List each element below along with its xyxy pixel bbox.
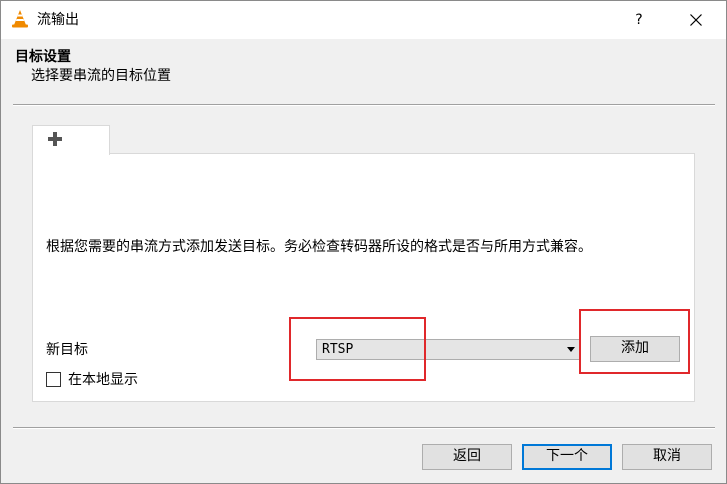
destination-panel <box>32 153 695 402</box>
target-type-select[interactable]: RTSP <box>316 339 580 360</box>
page-title: 目标设置 <box>15 49 71 65</box>
close-icon <box>690 14 702 26</box>
display-locally-label[interactable]: 在本地显示 <box>68 370 138 390</box>
window-title: 流输出 <box>37 12 79 28</box>
new-target-label: 新目标 <box>46 342 88 358</box>
cancel-button[interactable]: 取消 <box>622 444 712 470</box>
display-locally-checkbox[interactable] <box>46 372 61 387</box>
back-button[interactable]: 返回 <box>422 444 512 470</box>
footer-divider <box>13 427 715 429</box>
dropdown-arrow-icon <box>567 347 575 352</box>
page-subtitle: 选择要串流的目标位置 <box>31 68 171 84</box>
stream-output-dialog: 流输出 ? 目标设置 选择要串流的目标位置 根据您需要的串流方式添加发送目标。务… <box>0 0 727 484</box>
header-divider <box>13 104 715 106</box>
close-button[interactable] <box>673 1 719 39</box>
target-type-value: RTSP <box>322 342 354 357</box>
plus-icon <box>48 132 62 146</box>
add-button[interactable]: 添加 <box>590 336 680 362</box>
help-button[interactable]: ? <box>619 1 659 39</box>
next-button[interactable]: 下一个 <box>522 444 612 470</box>
title-bar[interactable]: 流输出 ? <box>1 1 726 39</box>
vlc-cone-icon <box>12 10 28 28</box>
tab-add-destination[interactable] <box>32 125 110 155</box>
destination-description: 根据您需要的串流方式添加发送目标。务必检查转码器所设的格式是否与所用方式兼容。 <box>46 239 592 255</box>
